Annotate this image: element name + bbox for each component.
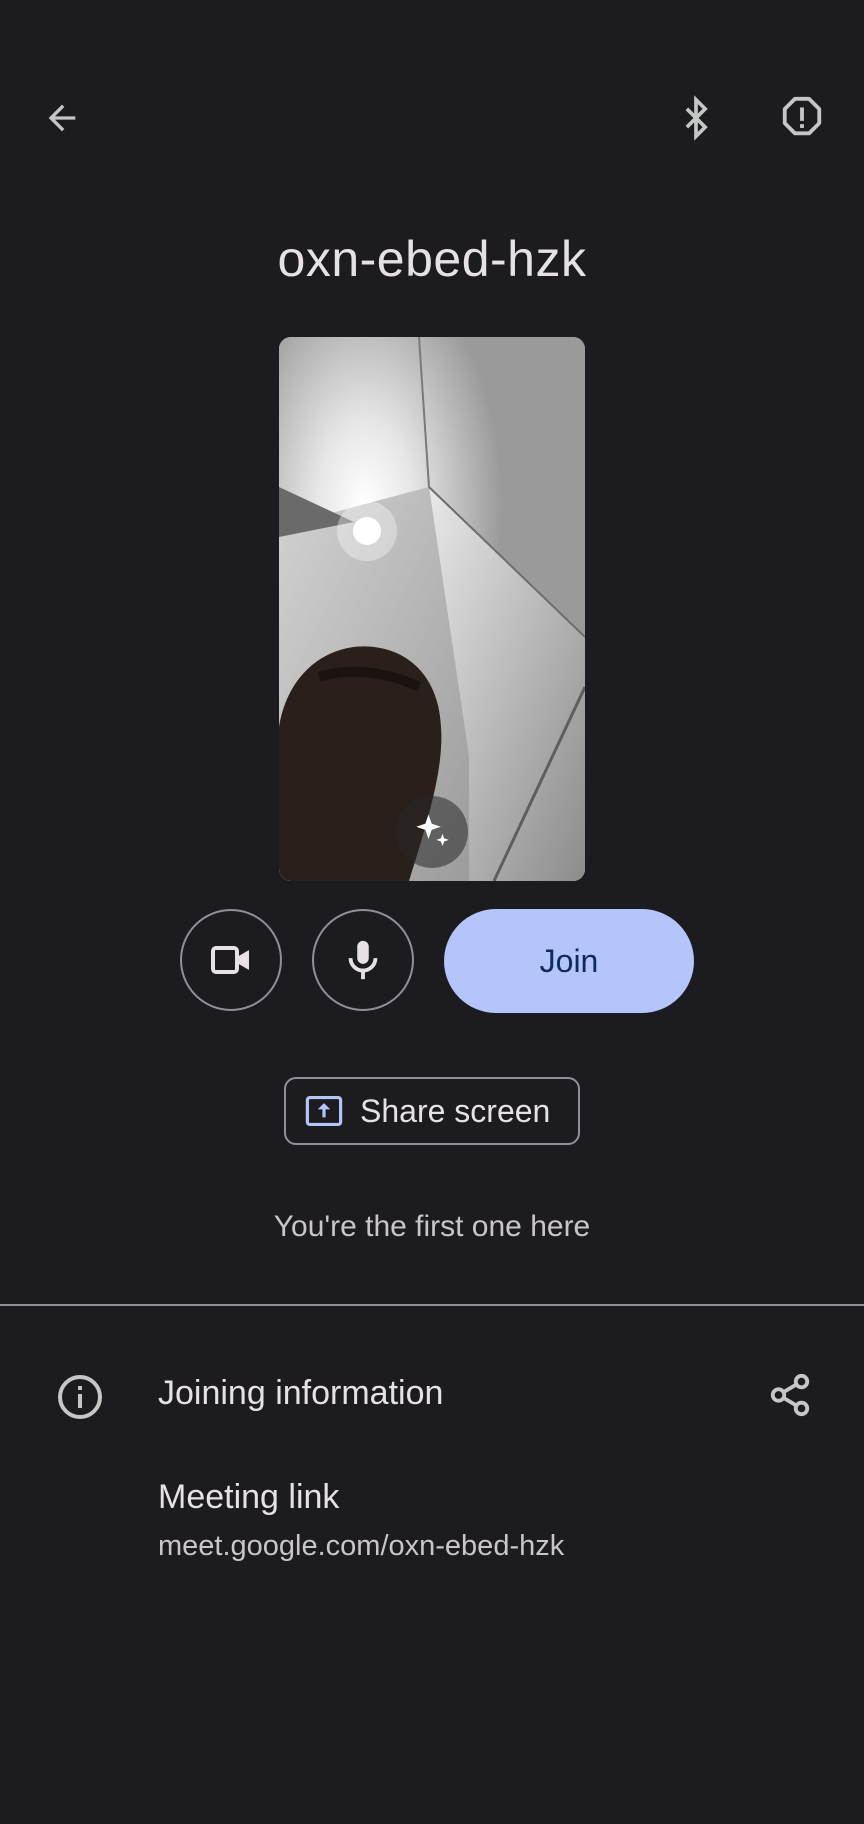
mic-icon xyxy=(348,940,378,980)
report-icon xyxy=(782,96,822,136)
meeting-status-text: You're the first one here xyxy=(273,1210,591,1243)
back-button[interactable] xyxy=(26,82,98,154)
share-meeting-info-button[interactable] xyxy=(760,1365,820,1425)
present-to-all-icon xyxy=(304,1095,344,1127)
videocam-icon xyxy=(211,946,249,974)
share-icon xyxy=(770,1373,810,1417)
visual-effects-button[interactable] xyxy=(396,796,468,868)
share-screen-label: Share screen xyxy=(360,1092,551,1129)
microphone-toggle-button[interactable] xyxy=(312,909,414,1011)
info-icon xyxy=(52,1369,108,1425)
join-button[interactable]: Join xyxy=(444,909,694,1013)
report-problem-button[interactable] xyxy=(766,82,838,154)
sparkle-icon xyxy=(416,814,449,846)
bluetooth-button[interactable] xyxy=(660,82,732,154)
meet-prejoin-screen: oxn-ebed-hzk Join Share screen You're th… xyxy=(0,0,864,1824)
joining-information-title: Joining information xyxy=(158,1374,444,1412)
arrow-back-icon xyxy=(48,104,76,132)
meeting-link-url[interactable]: meet.google.com/oxn-ebed-hzk xyxy=(158,1530,564,1563)
meeting-link-label: Meeting link xyxy=(158,1478,340,1516)
section-divider xyxy=(0,1304,864,1306)
share-screen-button[interactable]: Share screen xyxy=(284,1077,580,1145)
meeting-code-title: oxn-ebed-hzk xyxy=(277,231,587,287)
bluetooth-icon xyxy=(685,95,708,141)
camera-toggle-button[interactable] xyxy=(180,909,282,1011)
